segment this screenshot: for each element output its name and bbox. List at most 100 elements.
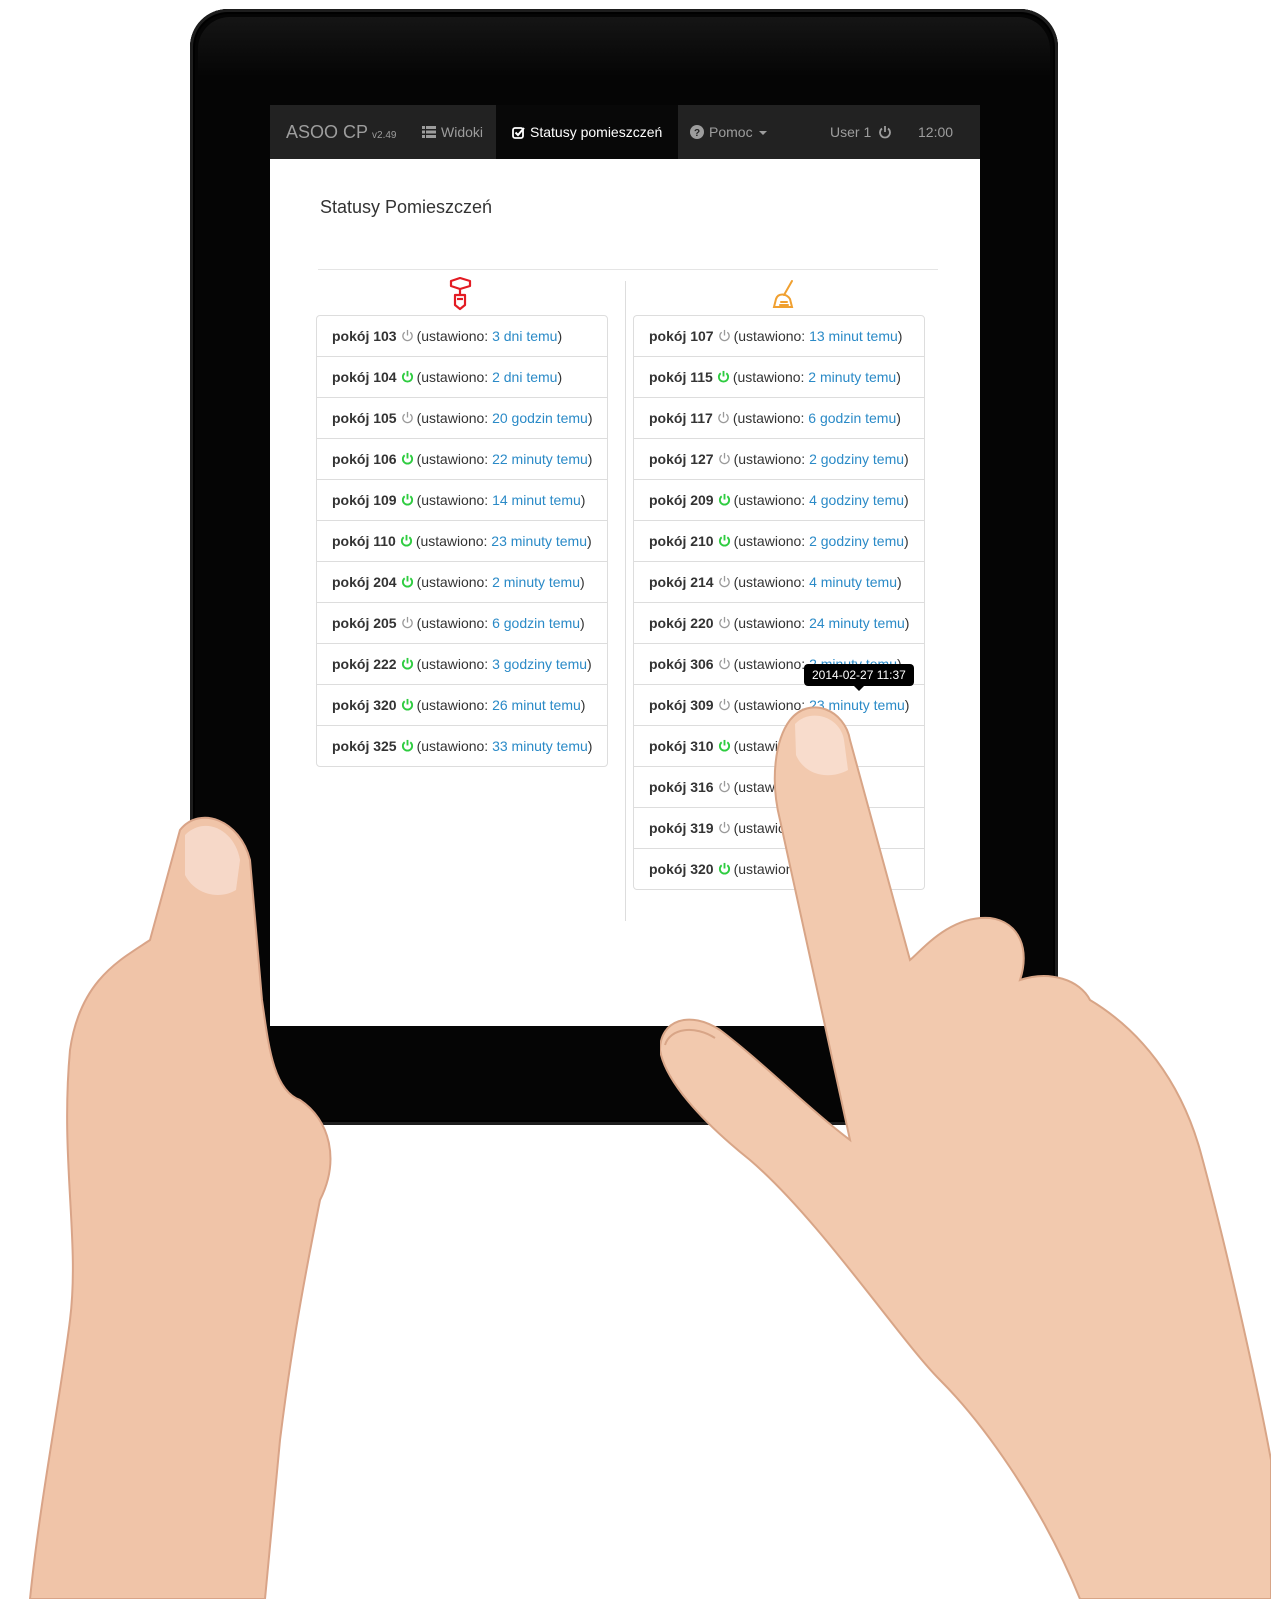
relative-time-link[interactable]: 23 minuty temu [491,533,587,549]
room-name: pokój 222 [332,656,397,672]
user-label: User 1 [830,124,872,140]
room-name: pokój 204 [332,574,397,590]
room-name: pokój 107 [649,328,714,344]
power-on-icon[interactable] [718,493,731,506]
relative-time-link[interactable]: 2 godziny temu [809,533,904,549]
relative-time-link[interactable]: 2 minuty temu [492,574,580,590]
list-item: pokój 103 (ustawiono: 3 dni temu) [317,316,607,356]
room-name: pokój 103 [332,328,397,344]
set-suffix: ) [557,328,563,344]
nav-help-label: Pomoc [709,124,753,140]
nav-help-dropdown[interactable]: ? Pomoc [690,105,767,159]
relative-time-link[interactable]: 4 godziny temu [809,492,904,508]
list-item: pokój 127 (ustawiono: 2 godziny temu) [634,438,924,479]
relative-time-link[interactable]: 22 minuty temu [492,451,588,467]
set-prefix: (ustawiono: [732,369,809,385]
power-on-icon[interactable] [718,534,731,547]
top-navbar: ASOO CP v2.49 Widoki Statusy pomieszczeń … [270,105,980,159]
list-item: pokój 104 (ustawiono: 2 dni temu) [317,356,607,397]
repair-rooms-list: pokój 103 (ustawiono: 3 dni temu) pokój 10… [316,315,608,767]
divider [318,269,938,270]
relative-time-link[interactable]: 33 minuty temu [492,738,588,754]
room-name: pokój 109 [332,492,397,508]
room-name: pokój 105 [332,410,397,426]
power-on-icon[interactable] [401,370,414,383]
power-on-icon[interactable] [401,575,414,588]
brand-name: ASOO CP [286,122,369,142]
relative-time-link[interactable]: 26 minut temu [492,697,581,713]
list-item: pokój 214 (ustawiono: 4 minuty temu) [634,561,924,602]
list-item: pokój 204 (ustawiono: 2 minuty temu) [317,561,607,602]
set-suffix: ) [557,369,563,385]
relative-time-link[interactable]: 2 godziny temu [809,451,904,467]
room-name: pokój 117 [649,410,713,426]
power-off-icon[interactable] [401,411,414,424]
list-item: pokój 115 (ustawiono: 2 minuty temu) [634,356,924,397]
page-title: Statusy Pomieszczeń [320,197,493,217]
power-on-icon[interactable] [401,698,414,711]
timestamp-tooltip: 2014-02-27 11:37 [804,664,914,691]
set-prefix: (ustawiono: [416,492,493,508]
power-off-icon[interactable] [401,616,414,629]
list-item: pokój 209 (ustawiono: 4 godziny temu) [634,479,924,520]
room-name: pokój 214 [649,574,714,590]
relative-time-link[interactable]: 6 godzin temu [492,615,580,631]
power-off-icon[interactable] [718,657,731,670]
power-off-icon[interactable] [718,452,731,465]
set-prefix: (ustawiono: [416,328,493,344]
power-on-icon[interactable] [401,657,414,670]
relative-time-link[interactable]: 24 minuty temu [809,615,905,631]
question-circle-icon: ? [690,125,704,140]
set-prefix: (ustawiono: [416,656,493,672]
relative-time-link[interactable]: 20 godzin temu [492,410,588,426]
relative-time-link[interactable]: 14 minut temu [492,492,581,508]
power-off-icon[interactable] [718,616,731,629]
set-prefix: (ustawiono: [416,615,493,631]
set-prefix: (ustawiono: [732,410,809,426]
list-item: pokój 109 (ustawiono: 14 minut temu) [317,479,607,520]
relative-time-link[interactable]: 2 minuty temu [808,369,896,385]
power-on-icon[interactable] [717,370,730,383]
room-name: pokój 320 [332,697,397,713]
tablet-bezel-highlight [198,17,1050,77]
nav-statuses-label: Statusy pomieszczeń [530,124,663,140]
set-suffix: ) [896,410,901,426]
room-name: pokój 110 [332,533,396,549]
room-name: pokój 205 [332,615,397,631]
power-off-icon[interactable] [401,329,414,342]
relative-time-link[interactable]: 2 dni temu [492,369,557,385]
relative-time-link[interactable]: 3 dni temu [492,328,557,344]
relative-time-link[interactable]: 13 minut temu [809,328,898,344]
room-name: pokój 210 [649,533,714,549]
set-prefix: (ustawiono: [415,533,492,549]
power-off-icon[interactable] [717,411,730,424]
set-prefix: (ustawiono: [416,574,493,590]
power-on-icon[interactable] [401,452,414,465]
set-suffix: ) [904,533,909,549]
set-prefix: (ustawiono: [733,615,810,631]
set-suffix: ) [897,328,903,344]
nav-user[interactable]: User 1 [830,105,897,159]
power-off-icon[interactable] [718,575,731,588]
set-prefix: (ustawiono: [416,410,493,426]
power-on-icon[interactable] [400,534,413,547]
relative-time-link[interactable]: 4 minuty temu [809,574,897,590]
set-suffix: ) [587,738,593,754]
relative-time-link[interactable]: 3 godziny temu [492,656,587,672]
power-on-icon[interactable] [401,493,414,506]
nav-views[interactable]: Widoki [422,105,483,159]
svg-text:?: ? [694,128,700,139]
room-name: pokój 104 [332,369,397,385]
power-icon[interactable] [878,125,892,139]
room-name: pokój 106 [332,451,397,467]
power-on-icon[interactable] [401,739,414,752]
list-item: pokój 107 (ustawiono: 13 minut temu) [634,316,924,356]
nav-statuses[interactable]: Statusy pomieszczeń [496,105,679,159]
brand-logo[interactable]: ASOO CP v2.49 [286,122,397,143]
set-prefix: (ustawiono: [416,451,493,467]
set-suffix: ) [896,369,901,385]
room-name: pokój 209 [649,492,714,508]
power-off-icon[interactable] [718,329,731,342]
relative-time-link[interactable]: 6 godzin temu [808,410,896,426]
room-name: pokój 325 [332,738,397,754]
